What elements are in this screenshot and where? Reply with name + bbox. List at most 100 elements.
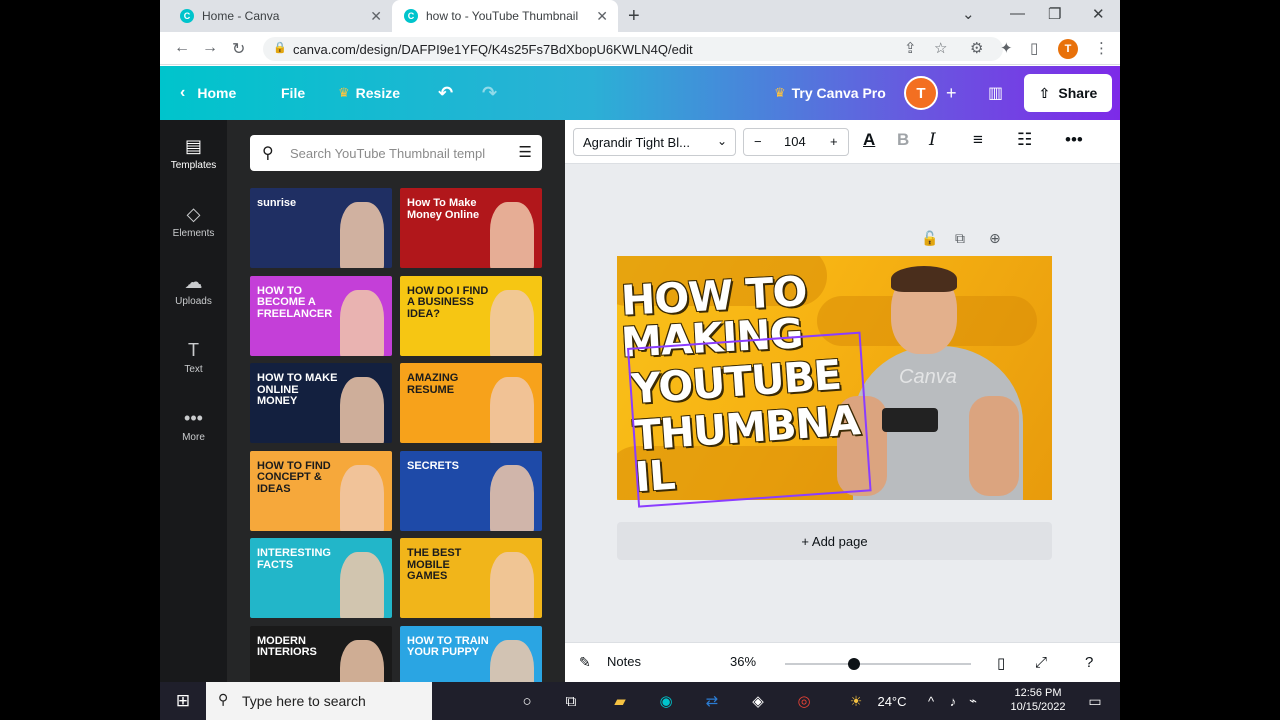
- zoom-slider[interactable]: [785, 658, 971, 670]
- template-thumbnail[interactable]: sunrise: [250, 188, 392, 268]
- template-thumbnail[interactable]: HOW TO MAKE ONLINE MONEY: [250, 363, 392, 443]
- template-thumbnail[interactable]: INTERESTING FACTS: [250, 538, 392, 618]
- weather-temp[interactable]: 24°C: [872, 682, 912, 720]
- phone-graphic: [882, 408, 938, 432]
- tab-home-canva[interactable]: C Home - Canva ✕: [168, 0, 392, 32]
- align-left-icon[interactable]: ≡: [973, 130, 983, 150]
- filter-icon[interactable]: ☰: [519, 143, 532, 161]
- tab-youtube-thumbnail[interactable]: C how to - YouTube Thumbnail ✕: [392, 0, 618, 32]
- profile-avatar[interactable]: T: [1058, 39, 1078, 59]
- add-collaborator-icon[interactable]: +: [946, 66, 957, 120]
- bookmark-star-icon[interactable]: ☆: [934, 39, 947, 57]
- try-canva-pro-button[interactable]: ♛ Try Canva Pro: [774, 66, 886, 120]
- close-window-icon[interactable]: ✕: [1092, 5, 1105, 23]
- rail-elements[interactable]: ◇ Elements: [160, 204, 227, 239]
- zoom-level[interactable]: 36%: [730, 654, 756, 669]
- more-options-icon[interactable]: •••: [1065, 130, 1083, 150]
- template-title: How To Make Money Online: [407, 197, 480, 221]
- file-explorer-icon[interactable]: ▰: [608, 682, 632, 720]
- undo-icon[interactable]: ↶: [438, 66, 453, 120]
- page-view-icon[interactable]: ▯: [997, 654, 1005, 672]
- rail-text[interactable]: T Text: [160, 340, 227, 375]
- canva-favicon-icon: C: [404, 9, 418, 23]
- try-pro-label: Try Canva Pro: [791, 85, 886, 101]
- user-avatar[interactable]: T: [904, 76, 938, 110]
- template-thumbnail[interactable]: HOW TO FIND CONCEPT & IDEAS: [250, 450, 392, 531]
- share-button[interactable]: ⇧ Share: [1024, 74, 1112, 112]
- text-selection-box[interactable]: [627, 331, 872, 508]
- template-thumbnail[interactable]: HOW TO TRAIN YOUR PUPPY: [400, 625, 542, 682]
- reload-icon[interactable]: ↻: [232, 39, 245, 59]
- add-page-icon[interactable]: ⊕: [989, 230, 1001, 247]
- add-page-button[interactable]: + Add page: [617, 522, 1052, 560]
- menu-kebab-icon[interactable]: ⋮: [1094, 39, 1109, 57]
- vertical-scrollbar[interactable]: [1109, 170, 1117, 625]
- chrome-icon[interactable]: ◎: [792, 682, 816, 720]
- chevron-up-icon[interactable]: ^: [924, 682, 938, 720]
- teamviewer-icon[interactable]: ⇄: [700, 682, 724, 720]
- canva-header: ‹ Home File ♛ Resize ↶ ↷ ♛ Try Canva Pro…: [160, 66, 1120, 120]
- puzzle-icon[interactable]: ✦: [1000, 39, 1013, 57]
- italic-icon[interactable]: I: [929, 130, 936, 150]
- taskbar-search-input[interactable]: ⚲ Type here to search: [206, 682, 432, 720]
- extension-icon[interactable]: ⚙: [970, 39, 983, 57]
- app-icon[interactable]: ◈: [746, 682, 770, 720]
- template-thumbnail[interactable]: THE BEST MOBILE GAMES: [400, 538, 542, 618]
- url-field[interactable]: 🔒 canva.com/design/DAFPI9e1YFQ/K4s25Fs7B…: [263, 37, 1003, 61]
- insights-chart-icon[interactable]: ▥: [988, 66, 1003, 120]
- sidepanel-icon[interactable]: ▯: [1030, 39, 1038, 57]
- new-tab-icon[interactable]: +: [628, 5, 640, 28]
- browser-window: C Home - Canva ✕ C how to - YouTube Thum…: [160, 0, 1120, 682]
- notes-button[interactable]: Notes: [607, 654, 641, 669]
- notes-icon[interactable]: ✎: [579, 654, 591, 671]
- lock-page-icon[interactable]: 🔓: [921, 230, 938, 247]
- minimize-icon[interactable]: —: [1010, 5, 1025, 22]
- bold-icon[interactable]: B: [897, 130, 909, 150]
- chevron-down-icon[interactable]: ⌄: [962, 5, 975, 23]
- close-tab-icon[interactable]: ✕: [596, 8, 608, 25]
- text-color-icon[interactable]: A: [863, 130, 875, 150]
- back-icon[interactable]: ←: [174, 39, 190, 57]
- rail-uploads[interactable]: ☁ Uploads: [160, 272, 227, 307]
- template-thumbnail[interactable]: MODERN INTERIORS: [250, 625, 392, 682]
- duplicate-page-icon[interactable]: ⧉: [955, 230, 965, 247]
- notifications-icon[interactable]: ▭: [1080, 682, 1110, 720]
- cortana-icon[interactable]: ○: [516, 682, 538, 720]
- list-icon[interactable]: ☷: [1017, 130, 1032, 150]
- network-icon[interactable]: ⌁: [966, 682, 980, 720]
- template-thumbnail[interactable]: How To Make Money Online: [400, 188, 542, 268]
- resize-button[interactable]: ♛ Resize: [338, 66, 400, 120]
- redo-icon[interactable]: ↷: [482, 66, 497, 120]
- rail-more[interactable]: ••• More: [160, 408, 227, 443]
- font-selector[interactable]: Agrandir Tight Bl... ⌄: [573, 128, 736, 156]
- template-title: THE BEST MOBILE GAMES: [407, 547, 462, 583]
- zoom-slider-knob[interactable]: [847, 658, 860, 670]
- template-thumbnail[interactable]: AMAZING RESUME: [400, 363, 542, 443]
- template-person-photo: [490, 552, 534, 618]
- increase-size-button[interactable]: +: [830, 134, 838, 149]
- templates-icon: ▤: [184, 136, 202, 156]
- template-search-input[interactable]: ⚲ Search YouTube Thumbnail templ ☰: [250, 135, 542, 171]
- task-view-icon[interactable]: ⧉: [560, 682, 582, 720]
- rail-templates[interactable]: ▤ Templates: [160, 136, 227, 171]
- windows-start-icon[interactable]: ⊞: [170, 682, 196, 720]
- speaker-icon[interactable]: ♪: [946, 682, 960, 720]
- fullscreen-icon[interactable]: ⤢: [1035, 654, 1047, 671]
- decrease-size-button[interactable]: −: [754, 134, 762, 149]
- canva-app-icon[interactable]: ◉: [654, 682, 678, 720]
- font-size-value[interactable]: 104: [784, 134, 806, 149]
- template-thumbnail[interactable]: SECRETS: [400, 450, 542, 531]
- home-button[interactable]: ‹ Home: [180, 66, 236, 120]
- share-page-icon[interactable]: ⇪: [904, 39, 917, 57]
- clock[interactable]: 12:56 PM 10/15/2022: [1006, 686, 1070, 715]
- template-person-photo: [490, 289, 534, 356]
- template-thumbnail[interactable]: HOW DO I FIND A BUSINESS IDEA?: [400, 275, 542, 356]
- weather-icon: ☀: [849, 692, 863, 709]
- forward-icon[interactable]: →: [202, 39, 218, 57]
- template-thumbnail[interactable]: HOW TO BECOME A FREELANCER: [250, 275, 392, 356]
- close-tab-icon[interactable]: ✕: [370, 8, 382, 25]
- file-menu-button[interactable]: File: [281, 66, 305, 120]
- template-person-photo: [340, 289, 384, 356]
- restore-icon[interactable]: ❐: [1048, 5, 1061, 23]
- help-icon[interactable]: ?: [1085, 654, 1093, 671]
